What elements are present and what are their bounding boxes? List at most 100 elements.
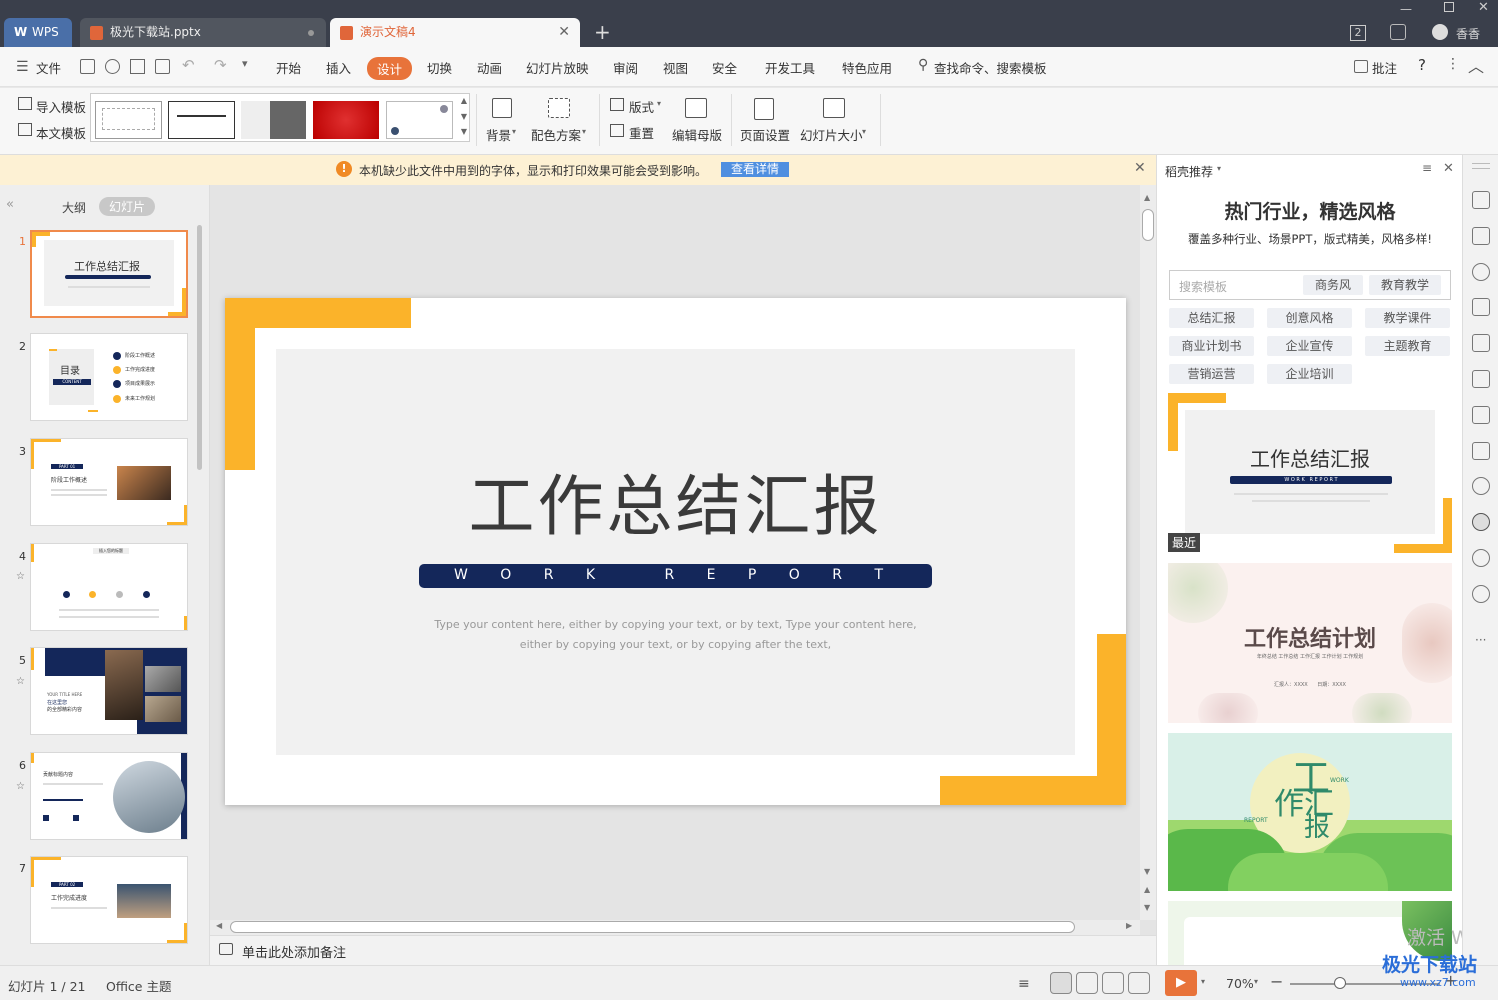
- gallery-scroll-down-icon[interactable]: ▼: [461, 112, 467, 121]
- color-scheme-icon[interactable]: [548, 98, 570, 118]
- export-icon[interactable]: [105, 59, 120, 74]
- avatar[interactable]: [1432, 24, 1448, 40]
- zoom-level[interactable]: 70%: [1226, 976, 1254, 991]
- notes-toggle-icon[interactable]: ≡: [1018, 976, 1030, 992]
- scroll-down-icon[interactable]: ▼: [1144, 867, 1150, 876]
- scroll-up-icon[interactable]: ▲: [1144, 193, 1150, 202]
- edit-master-icon[interactable]: [685, 98, 707, 118]
- copy-style-icon[interactable]: [1472, 227, 1490, 245]
- menu-special[interactable]: 特色应用: [842, 58, 892, 77]
- scroll-right-icon[interactable]: ▶: [1126, 921, 1132, 930]
- close-window-icon[interactable]: ✕: [1478, 0, 1489, 15]
- adjust-icon[interactable]: [1472, 334, 1490, 352]
- normal-view-icon[interactable]: [1050, 972, 1072, 994]
- undo-icon[interactable]: ↶: [182, 56, 195, 74]
- skin-icon[interactable]: [1390, 24, 1406, 40]
- menu-file[interactable]: 文件: [36, 58, 61, 77]
- save-icon[interactable]: [80, 59, 95, 74]
- print-preview-icon[interactable]: [155, 59, 170, 74]
- archive-icon[interactable]: [1472, 406, 1490, 424]
- shape-icon[interactable]: [1472, 263, 1490, 281]
- layout-icon[interactable]: [610, 98, 624, 111]
- menu-security[interactable]: 安全: [712, 58, 737, 77]
- gallery-scroll-up-icon[interactable]: ▲: [461, 96, 467, 105]
- prev-slide-icon[interactable]: ▲: [1144, 885, 1150, 894]
- menu-view[interactable]: 视图: [663, 58, 688, 77]
- more-dots-icon[interactable]: ···: [1475, 633, 1486, 647]
- comment-icon[interactable]: [1354, 60, 1368, 73]
- template-card-2[interactable]: 工作总结计划 年终总结 工作总结 工作汇报 工作计划 工作规划 汇报人：XXXX…: [1168, 563, 1452, 723]
- background-button[interactable]: 背景: [486, 125, 511, 144]
- this-template-button[interactable]: 本文模板: [36, 123, 86, 142]
- close-warning-icon[interactable]: ✕: [1134, 160, 1146, 176]
- template-card-3[interactable]: 工 作汇 报 WORK REPORT: [1168, 733, 1452, 891]
- slide-sorter-icon[interactable]: [1076, 972, 1098, 994]
- layout-button[interactable]: 版式: [629, 97, 654, 116]
- template-thumb-3[interactable]: [241, 101, 306, 139]
- tag-creative[interactable]: 创意风格: [1267, 308, 1352, 328]
- collapse-ribbon-icon[interactable]: ︿: [1468, 53, 1484, 77]
- help-icon[interactable]: ?: [1418, 56, 1426, 74]
- maximize-icon[interactable]: [1444, 2, 1454, 12]
- vertical-scrollbar[interactable]: [1140, 185, 1156, 920]
- collapse-panel-icon[interactable]: «: [6, 197, 14, 212]
- reading-view-icon[interactable]: [1102, 972, 1124, 994]
- window-count-badge[interactable]: 2: [1350, 25, 1366, 41]
- next-slide-icon[interactable]: ▼: [1144, 903, 1150, 912]
- horizontal-scroll-thumb[interactable]: [230, 921, 1075, 933]
- menu-home[interactable]: 开始: [276, 58, 301, 77]
- import-template-button[interactable]: 导入模板: [36, 97, 86, 116]
- scroll-left-icon[interactable]: ◀: [216, 921, 222, 930]
- slide-size-icon[interactable]: [823, 98, 845, 118]
- minimize-icon[interactable]: —: [1400, 2, 1412, 16]
- template-thumb-2[interactable]: [168, 101, 235, 139]
- slide-thumbnail-7[interactable]: PART 02 工作完成进度: [30, 856, 188, 944]
- image-icon[interactable]: [1472, 442, 1490, 460]
- more-icon[interactable]: ⋮: [1446, 56, 1460, 72]
- current-slide[interactable]: 工作总结汇报 W O R K R E P O R T Type your con…: [225, 298, 1126, 805]
- history-icon[interactable]: [1472, 549, 1490, 567]
- reset-icon[interactable]: [610, 124, 624, 137]
- tag-education[interactable]: 教育教学: [1369, 275, 1441, 295]
- slide-thumbnail-2[interactable]: 目录 CONTENT 阶段工作概述 工作完成进度 项目成果展示 未来工作规划: [30, 333, 188, 421]
- quick-access-dropdown-icon[interactable]: ▾: [242, 57, 248, 70]
- pin-icon[interactable]: [1472, 191, 1490, 209]
- font-style-icon[interactable]: [1472, 298, 1490, 316]
- presenter-view-icon[interactable]: [1128, 972, 1150, 994]
- username[interactable]: 香香: [1456, 25, 1480, 42]
- slide-body-line-2[interactable]: either by copying your text, or by copyi…: [225, 638, 1126, 651]
- menu-slideshow[interactable]: 幻灯片放映: [526, 58, 589, 77]
- template-thumb-1[interactable]: [95, 101, 162, 139]
- tab-wps[interactable]: W WPS: [4, 18, 72, 47]
- tag-training[interactable]: 企业培训: [1267, 364, 1352, 384]
- dropdown-arrow-icon[interactable]: ▾: [1201, 977, 1205, 986]
- tag-business-plan[interactable]: 商业计划书: [1169, 336, 1254, 356]
- page-setup-icon[interactable]: [754, 98, 774, 120]
- view-details-button[interactable]: 查看详情: [721, 162, 790, 177]
- close-panel-icon[interactable]: ✕: [1443, 161, 1454, 176]
- reset-button[interactable]: 重置: [629, 123, 654, 142]
- panel-header[interactable]: 稻壳推荐: [1165, 163, 1213, 180]
- audio-icon[interactable]: [1472, 477, 1490, 495]
- menu-developer[interactable]: 开发工具: [765, 58, 815, 77]
- slide-body-line-1[interactable]: Type your content here, either by copyin…: [225, 618, 1126, 631]
- redo-icon[interactable]: ↷: [214, 56, 227, 74]
- menu-review[interactable]: 审阅: [613, 58, 638, 77]
- template-recommend-icon[interactable]: [1472, 513, 1490, 531]
- tag-summary[interactable]: 总结汇报: [1169, 308, 1254, 328]
- template-card-1[interactable]: 工作总结汇报 W O R K R E P O R T 最近: [1168, 393, 1452, 553]
- color-scheme-button[interactable]: 配色方案: [531, 125, 581, 144]
- menu-design[interactable]: 设计: [367, 57, 413, 80]
- tab-file-2[interactable]: 演示文稿4 ✕: [330, 18, 580, 47]
- menu-insert[interactable]: 插入: [326, 58, 351, 77]
- template-search-input[interactable]: 搜索模板: [1179, 278, 1227, 295]
- command-search[interactable]: 查找命令、搜索模板: [934, 58, 1047, 77]
- help-circle-icon[interactable]: [1472, 585, 1490, 603]
- zoom-slider-thumb[interactable]: [1334, 977, 1346, 989]
- slide-thumbnail-1[interactable]: 工作总结汇报: [30, 230, 188, 318]
- thumbnail-scrollbar[interactable]: [197, 225, 202, 470]
- slide-thumbnail-4[interactable]: 插入您的标题: [30, 543, 188, 631]
- menu-transition[interactable]: 切换: [427, 58, 452, 77]
- menu-comment[interactable]: 批注: [1372, 58, 1397, 77]
- slide-title[interactable]: 工作总结汇报: [225, 453, 1126, 549]
